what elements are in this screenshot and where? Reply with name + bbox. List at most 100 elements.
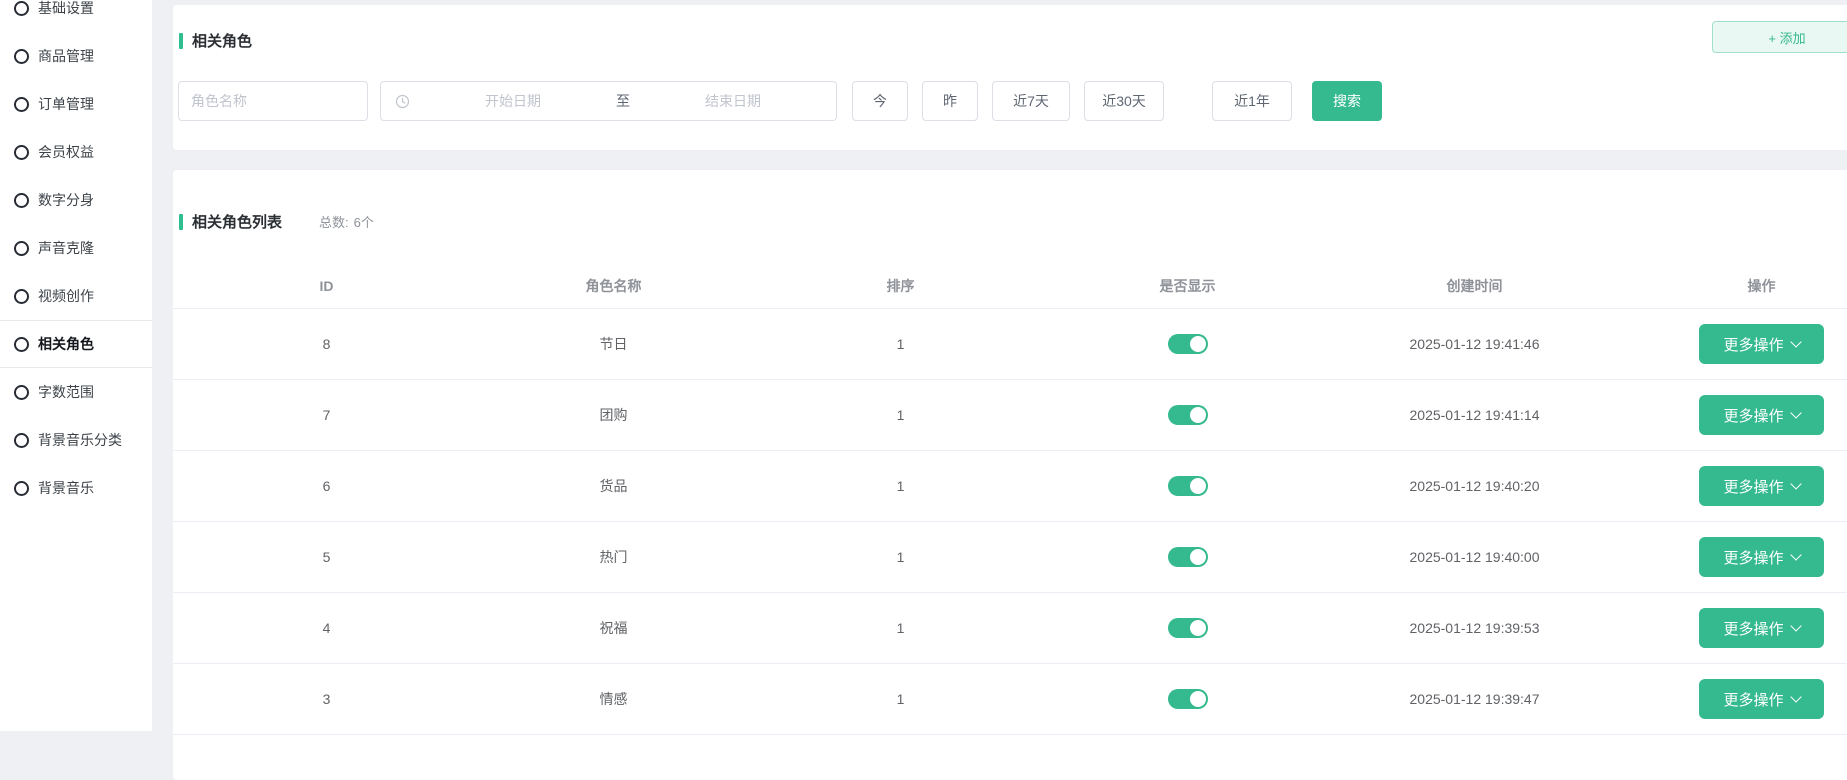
cell-id: 7	[183, 407, 470, 423]
list-card-title-row: 相关角色列表 总数: 6个	[173, 170, 1847, 232]
add-button[interactable]: + 添加	[1712, 21, 1847, 53]
cell-id: 3	[183, 691, 470, 707]
app-root: { "colors": { "primary_green": "#35b98e"…	[0, 0, 1847, 731]
more-actions-button[interactable]: 更多操作	[1699, 395, 1824, 435]
toggle-knob	[1190, 549, 1206, 565]
visibility-toggle[interactable]	[1168, 334, 1208, 354]
sidebar-item-1[interactable]: 商品管理	[0, 32, 152, 80]
more-actions-button[interactable]: 更多操作	[1699, 608, 1824, 648]
date-range-picker[interactable]: 开始日期 至 结束日期	[380, 81, 837, 121]
cell-sort: 1	[757, 336, 1044, 352]
cell-created: 2025-01-12 19:40:20	[1331, 478, 1618, 494]
quick-filter-today[interactable]: 今	[852, 81, 908, 121]
sidebar-menu: 基础设置商品管理订单管理会员权益数字分身声音克隆视频创作相关角色字数范围背景音乐…	[0, 0, 152, 512]
chevron-down-icon	[1790, 549, 1801, 560]
sidebar-item-8[interactable]: 字数范围	[0, 368, 152, 416]
section-accent-bar	[179, 33, 183, 49]
circle-icon	[14, 193, 29, 208]
circle-icon	[14, 97, 29, 112]
toggle-knob	[1190, 336, 1206, 352]
quick-filter-yesterday[interactable]: 昨	[922, 81, 978, 121]
total-count: 总数: 6个	[319, 212, 374, 231]
circle-icon	[14, 241, 29, 256]
cell-visible	[1044, 689, 1331, 709]
sidebar-item-7[interactable]: 相关角色	[0, 320, 152, 368]
more-actions-button[interactable]: 更多操作	[1699, 537, 1824, 577]
circle-icon	[14, 433, 29, 448]
cell-visible	[1044, 476, 1331, 496]
column-header-created: 创建时间	[1331, 276, 1618, 296]
quick-filter-7days[interactable]: 近7天	[992, 81, 1070, 121]
sidebar-item-3[interactable]: 会员权益	[0, 128, 152, 176]
column-header-id: ID	[183, 278, 470, 294]
visibility-toggle[interactable]	[1168, 618, 1208, 638]
sidebar-item-label: 声音克隆	[38, 238, 94, 258]
cell-actions: 更多操作	[1618, 608, 1847, 648]
sidebar-item-0[interactable]: 基础设置	[0, 0, 152, 32]
toggle-knob	[1190, 691, 1206, 707]
column-header-visible: 是否显示	[1044, 276, 1331, 296]
more-actions-button[interactable]: 更多操作	[1699, 679, 1824, 719]
column-header-sort: 排序	[757, 276, 1044, 296]
sidebar-item-10[interactable]: 背景音乐	[0, 464, 152, 512]
column-header-actions: 操作	[1618, 276, 1847, 296]
sidebar-item-label: 基础设置	[38, 0, 94, 18]
cell-id: 5	[183, 549, 470, 565]
sidebar-item-label: 相关角色	[38, 334, 94, 354]
more-actions-label: 更多操作	[1723, 334, 1783, 355]
cell-id: 6	[183, 478, 470, 494]
visibility-toggle[interactable]	[1168, 547, 1208, 567]
role-name-input[interactable]	[178, 81, 368, 121]
cell-visible	[1044, 618, 1331, 638]
toggle-knob	[1190, 478, 1206, 494]
list-title: 相关角色列表	[192, 211, 282, 232]
section-accent-bar	[179, 214, 183, 230]
cell-name: 团购	[470, 405, 757, 425]
circle-icon	[14, 145, 29, 160]
table-row: 8节日12025-01-12 19:41:46更多操作	[173, 309, 1847, 380]
cell-name: 祝福	[470, 618, 757, 638]
cell-sort: 1	[757, 620, 1044, 636]
visibility-toggle[interactable]	[1168, 476, 1208, 496]
start-date-placeholder[interactable]: 开始日期	[410, 91, 616, 111]
cell-visible	[1044, 334, 1331, 354]
more-actions-label: 更多操作	[1723, 476, 1783, 497]
more-actions-label: 更多操作	[1723, 405, 1783, 426]
cell-id: 8	[183, 336, 470, 352]
table-body: 8节日12025-01-12 19:41:46更多操作 7团购 1 2025-01-1…	[173, 309, 1847, 735]
chevron-down-icon	[1790, 620, 1801, 631]
circle-icon	[14, 1, 29, 16]
sidebar-item-5[interactable]: 声音克隆	[0, 224, 152, 272]
add-button-label: + 添加	[1768, 31, 1805, 46]
quick-filter-1year[interactable]: 近1年	[1212, 81, 1292, 121]
sidebar-item-4[interactable]: 数字分身	[0, 176, 152, 224]
sidebar-item-label: 背景音乐	[38, 478, 94, 498]
circle-icon	[14, 481, 29, 496]
sidebar-item-label: 会员权益	[38, 142, 94, 162]
sidebar-item-6[interactable]: 视频创作	[0, 272, 152, 320]
column-header-name: 角色名称	[470, 276, 757, 296]
cell-name: 情感	[470, 689, 757, 709]
more-actions-button[interactable]: 更多操作	[1699, 324, 1824, 364]
filter-card: 相关角色 + 添加 开始日期 至 结束日期 今 昨 近7天 近30天	[173, 5, 1847, 150]
visibility-toggle[interactable]	[1168, 405, 1208, 425]
cell-actions: 更多操作	[1618, 466, 1847, 506]
table-header: ID 角色名称 排序 是否显示 创建时间 操作	[173, 263, 1847, 309]
sidebar-item-label: 数字分身	[38, 190, 94, 210]
quick-filter-30days[interactable]: 近30天	[1084, 81, 1164, 121]
visibility-toggle[interactable]	[1168, 689, 1208, 709]
cell-actions: 更多操作	[1618, 395, 1847, 435]
search-button[interactable]: 搜索	[1312, 81, 1382, 121]
cell-actions: 更多操作	[1618, 324, 1847, 364]
circle-icon	[14, 49, 29, 64]
sidebar-item-label: 订单管理	[38, 94, 94, 114]
sidebar-item-label: 商品管理	[38, 46, 94, 66]
more-actions-button[interactable]: 更多操作	[1699, 466, 1824, 506]
cell-created: 2025-01-12 19:41:14	[1331, 407, 1618, 423]
cell-actions: 更多操作	[1618, 537, 1847, 577]
sidebar-item-9[interactable]: 背景音乐分类	[0, 416, 152, 464]
end-date-placeholder[interactable]: 结束日期	[630, 91, 836, 111]
cell-created: 2025-01-12 19:39:53	[1331, 620, 1618, 636]
sidebar-item-2[interactable]: 订单管理	[0, 80, 152, 128]
page-title: 相关角色	[192, 30, 252, 51]
